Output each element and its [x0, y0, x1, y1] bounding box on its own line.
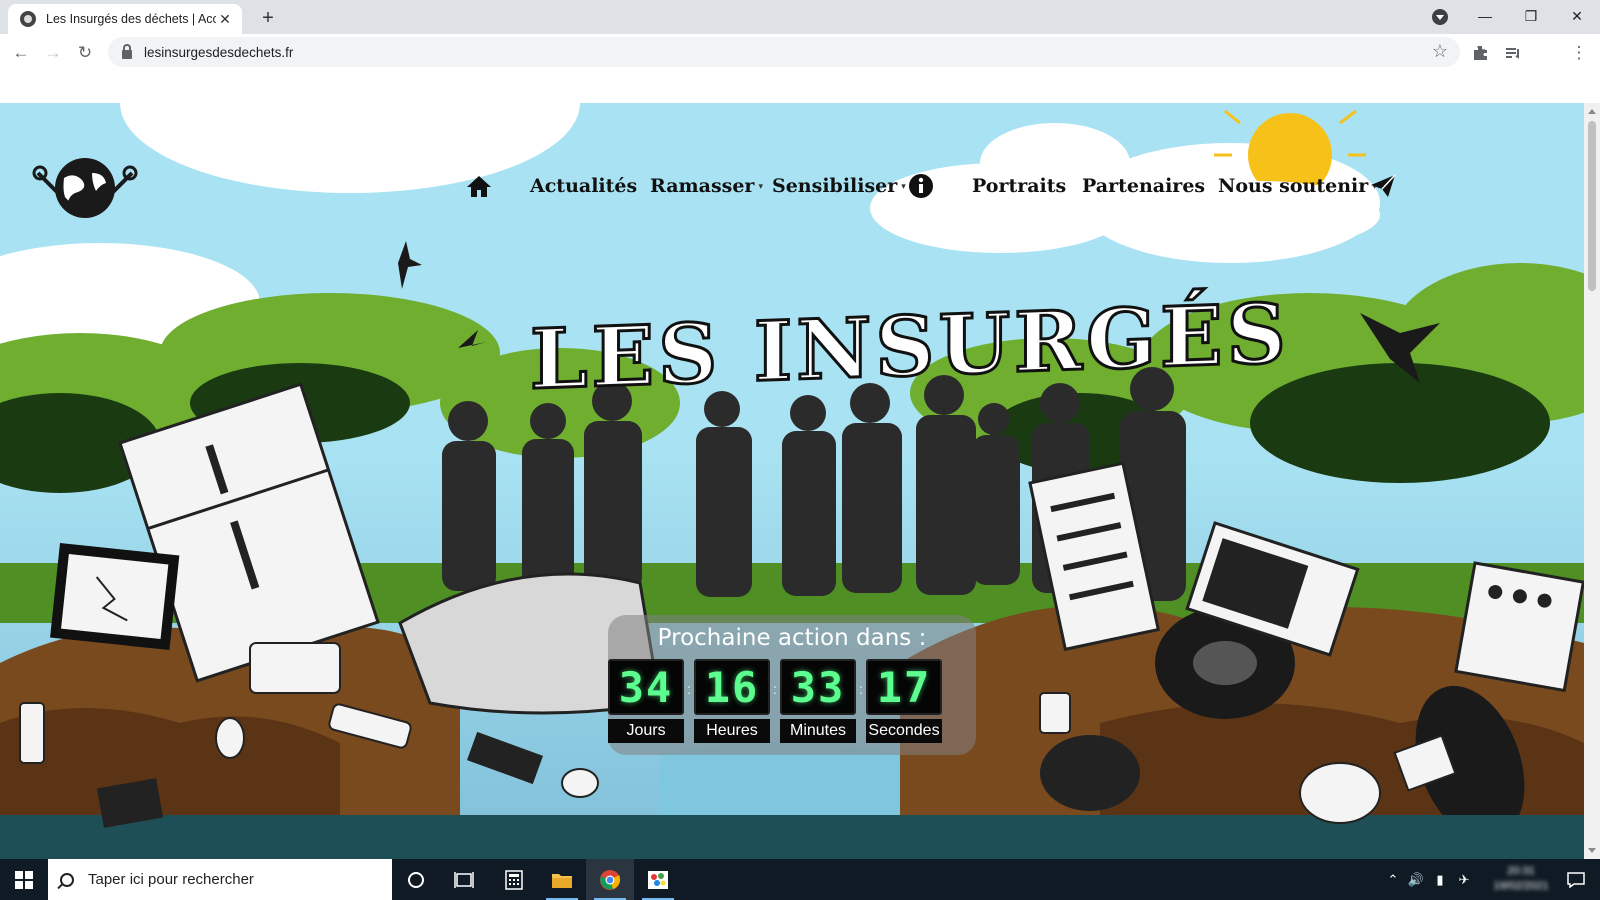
nav-item-sensibiliser[interactable]: Sensibiliser ▾ — [772, 171, 906, 201]
close-tab-icon[interactable]: ✕ — [216, 10, 234, 28]
page-scrollbar[interactable] — [1584, 103, 1600, 859]
notifications-icon[interactable] — [1552, 859, 1600, 900]
show-hidden-icons-icon[interactable]: ⌃ — [1382, 872, 1404, 888]
home-icon[interactable] — [466, 174, 492, 198]
file-explorer-icon[interactable] — [538, 859, 586, 900]
countdown-seconds-value: 17 — [876, 662, 932, 712]
nav-item-partenaires[interactable]: Partenaires — [1082, 171, 1205, 201]
address-bar[interactable]: lesinsurgesdesdechets.fr ☆ — [108, 37, 1460, 67]
countdown-days-value: 34 — [618, 662, 674, 712]
extensions-icon[interactable] — [1468, 40, 1494, 66]
scrollbar-thumb[interactable] — [1588, 121, 1596, 291]
countdown-seconds: 17 — [866, 659, 942, 715]
window-close-icon[interactable]: ✕ — [1554, 0, 1600, 32]
cortana-icon[interactable] — [392, 859, 440, 900]
reload-icon[interactable]: ↻ — [72, 40, 98, 66]
restore-icon[interactable]: ❐ — [1508, 0, 1554, 32]
battery-icon[interactable]: ▮ — [1428, 872, 1452, 888]
chevron-down-icon: ▾ — [901, 180, 906, 191]
scroll-up-icon[interactable] — [1588, 109, 1596, 114]
start-icon[interactable] — [0, 859, 48, 900]
nav-label: Partenaires — [1082, 175, 1206, 197]
countdown-hours-value: 16 — [704, 662, 760, 712]
nav-label: Sensibiliser — [772, 175, 898, 197]
airplane-mode-icon[interactable]: ✈ — [1452, 872, 1476, 888]
nav-label: Ramasser — [650, 175, 755, 197]
nav-item-ramasser[interactable]: Ramasser ▾ — [650, 171, 763, 201]
new-tab-button[interactable]: + — [256, 6, 280, 30]
nav-contact[interactable] — [1370, 171, 1396, 201]
info-icon[interactable] — [908, 173, 934, 199]
windows-taskbar: Taper ici pour rechercher ⌃ 🔊 ▮ ✈ 20:31 … — [0, 859, 1600, 900]
scroll-down-icon[interactable] — [1588, 848, 1596, 853]
system-clock[interactable]: 20:31 19/02/2021 — [1492, 864, 1550, 894]
browser-toolbar: ← → ↻ lesinsurgesdesdechets.fr ☆ ⋮ — [0, 34, 1600, 70]
site-logo[interactable] — [30, 133, 140, 243]
nav-item-nous-soutenir[interactable]: Nous soutenir ▾ — [1218, 171, 1377, 201]
url-text: lesinsurgesdesdechets.fr — [144, 44, 294, 60]
minimize-icon[interactable]: — — [1462, 0, 1508, 32]
bookmark-star-icon[interactable]: ☆ — [1432, 41, 1448, 62]
countdown-hours: 16 — [694, 659, 770, 715]
browser-titlebar: Les Insurgés des déchets | Accue ✕ + — ❐… — [0, 0, 1600, 34]
site-favicon-icon — [20, 11, 36, 27]
taskbar-search-input[interactable]: Taper ici pour rechercher — [48, 859, 392, 900]
nav-item-portraits[interactable]: Portraits — [972, 171, 1066, 201]
calculator-icon[interactable] — [490, 859, 538, 900]
tab-search-icon[interactable] — [1432, 9, 1448, 25]
countdown-hours-label: Heures — [694, 719, 770, 743]
countdown-separator: : — [773, 681, 777, 697]
reading-list-icon[interactable] — [1500, 40, 1526, 66]
system-tray: ⌃ 🔊 ▮ ✈ — [1382, 859, 1476, 900]
task-view-icon[interactable] — [440, 859, 488, 900]
nav-label: Portraits — [972, 175, 1067, 197]
chrome-icon[interactable] — [586, 859, 634, 900]
back-icon[interactable]: ← — [8, 40, 34, 66]
countdown-minutes-value: 33 — [790, 662, 846, 712]
nav-item-actualites[interactable]: Actualités — [530, 171, 637, 201]
search-placeholder: Taper ici pour rechercher — [88, 871, 254, 888]
browser-tab[interactable]: Les Insurgés des déchets | Accue ✕ — [8, 4, 242, 34]
forward-icon[interactable]: → — [40, 40, 66, 66]
clock-time: 20:31 — [1507, 865, 1535, 877]
countdown-widget: Prochaine action dans : 34 Jours : 16 He… — [608, 615, 976, 755]
chevron-down-icon: ▾ — [758, 180, 763, 191]
nav-label: Actualités — [530, 175, 638, 197]
countdown-separator: : — [859, 681, 863, 697]
nav-info[interactable] — [908, 171, 934, 201]
countdown-days: 34 — [608, 659, 684, 715]
hero-banner: Actualités Ramasser ▾ Sensibiliser ▾ Por… — [0, 103, 1584, 859]
paper-plane-icon[interactable] — [1370, 174, 1396, 198]
lock-icon — [122, 43, 132, 59]
countdown-separator: : — [687, 681, 691, 697]
countdown-minutes: 33 — [780, 659, 856, 715]
clock-date: 19/02/2021 — [1493, 880, 1549, 892]
countdown-title: Prochaine action dans : — [657, 625, 927, 651]
tab-title: Les Insurgés des déchets | Accue — [46, 12, 216, 26]
volume-icon[interactable]: 🔊 — [1404, 872, 1428, 888]
browser-menu-icon[interactable]: ⋮ — [1566, 40, 1592, 66]
search-icon — [60, 872, 74, 887]
nav-label: Nous soutenir — [1218, 175, 1369, 197]
countdown-seconds-label: Secondes — [866, 719, 942, 743]
page-top-margin — [0, 70, 1600, 103]
nav-home[interactable] — [466, 171, 496, 201]
paint-icon[interactable] — [634, 859, 682, 900]
countdown-days-label: Jours — [608, 719, 684, 743]
countdown-minutes-label: Minutes — [780, 719, 856, 743]
